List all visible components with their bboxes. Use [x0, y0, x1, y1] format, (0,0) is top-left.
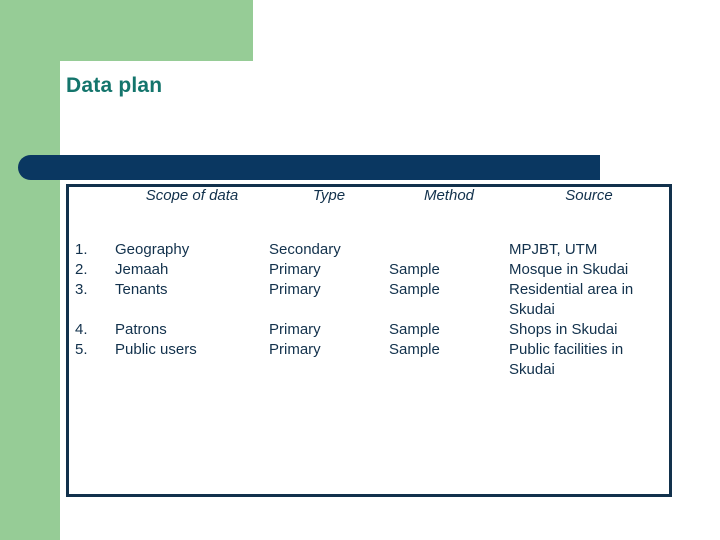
cell-type: Primary [269, 321, 321, 338]
cell-source: MPJBT, UTM [509, 241, 598, 258]
decor-green-sidebar-strip [0, 0, 60, 540]
cell-method: Sample [389, 321, 440, 338]
cell-type: Primary [269, 261, 321, 278]
cell-source: Mosque in Skudai [509, 261, 629, 278]
table-row: 4. Patrons Primary Sample Shops in Skuda… [69, 320, 669, 340]
column-header-method: Method [423, 187, 475, 204]
slide-canvas: Data plan Scope of data Type Method Sour… [0, 0, 720, 540]
table-body: 1. Geography Secondary MPJBT, UTM 2. Jem… [69, 220, 669, 380]
cell-scope: Jemaah [115, 261, 169, 278]
cell-scope: Public users [115, 341, 197, 358]
table-row: 5. Public users Primary Sample Public fa… [69, 340, 669, 380]
cell-source: Shops in Skudai [509, 321, 618, 338]
column-header-source: Source [565, 187, 613, 204]
cell-type: Primary [269, 281, 321, 298]
cell-method [389, 220, 509, 260]
cell-number: 2. [75, 261, 88, 278]
column-header-type: Type [312, 187, 346, 204]
cell-number: 5. [75, 341, 88, 358]
cell-source: Public facilities in Skudai [509, 341, 624, 378]
cell-method: Sample [389, 261, 440, 278]
cell-type: Secondary [269, 241, 341, 258]
cell-type: Primary [269, 341, 321, 358]
decor-navy-title-bar [18, 155, 600, 180]
column-header-scope-of-data: Scope of data [145, 187, 239, 204]
cell-scope: Geography [115, 241, 190, 258]
cell-method: Sample [389, 281, 440, 298]
table-row: 1. Geography Secondary MPJBT, UTM [69, 220, 669, 260]
table-row: 3. Tenants Primary Sample Residential ar… [69, 280, 669, 320]
table-header: Scope of data Type Method Source [69, 187, 669, 220]
data-plan-table-container: Scope of data Type Method Source 1. Geog… [66, 184, 672, 497]
cell-number: 3. [75, 281, 88, 298]
data-plan-table: Scope of data Type Method Source 1. Geog… [69, 187, 669, 380]
table-row: 2. Jemaah Primary Sample Mosque in Skuda… [69, 260, 669, 280]
table-header-row: Scope of data Type Method Source [69, 187, 669, 220]
cell-method: Sample [389, 341, 440, 358]
cell-number: 4. [75, 321, 88, 338]
cell-source: Residential area in Skudai [509, 281, 634, 318]
cell-scope: Patrons [115, 321, 167, 338]
cell-number: 1. [75, 241, 88, 258]
column-header-number [69, 187, 115, 220]
page-title: Data plan [66, 74, 163, 97]
cell-scope: Tenants [115, 281, 168, 298]
